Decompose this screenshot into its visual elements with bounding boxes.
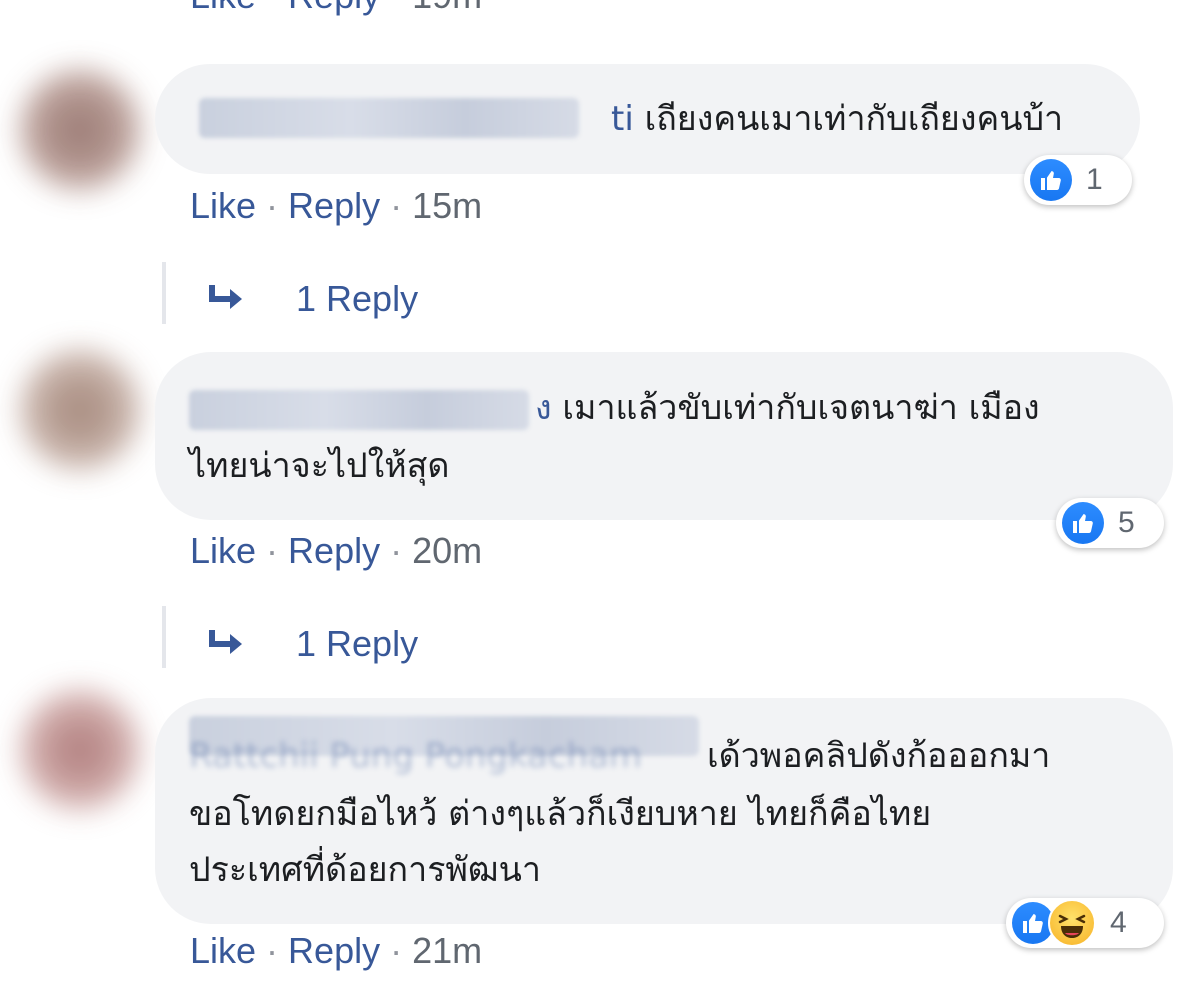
comment-bubble: Rattchii Pung Pongkacham เด้วพอคลิปดังก้… [155, 698, 1173, 924]
comment-bubble: ง เมาแล้วขับเท่ากับเจตนาฆ่า เมือง ไทยน่า… [155, 352, 1173, 520]
reply-link[interactable]: Reply [288, 185, 380, 226]
comment-timestamp[interactable]: 15m [412, 185, 482, 226]
reply-link[interactable]: Reply [288, 530, 380, 571]
avatar[interactable] [20, 70, 140, 190]
haha-icon [1048, 899, 1096, 947]
reaction-summary[interactable]: 4 [1006, 898, 1164, 948]
reply-arrow-icon [208, 628, 248, 666]
comment-actions-top-partial: Like·Reply·19m [190, 0, 482, 18]
like-link[interactable]: Like [190, 930, 256, 971]
reaction-summary[interactable]: 1 [1024, 155, 1132, 205]
thread-line [162, 262, 166, 324]
like-icon [1030, 159, 1072, 201]
comment-text: เถียงคนเมาเท่ากับเถียงคนบ้า [644, 99, 1064, 139]
reply-link[interactable]: Reply [288, 930, 380, 971]
comment-bubble: ti เถียงคนเมาเท่ากับเถียงคนบ้า [155, 64, 1140, 174]
author-name[interactable]: ti [611, 99, 634, 139]
view-replies-link[interactable]: 1 Reply [296, 622, 418, 666]
avatar[interactable] [20, 690, 140, 810]
comment-actions: Like · Reply · 21m [190, 930, 483, 971]
thread-line [162, 606, 166, 668]
like-icon [1062, 502, 1104, 544]
author-name[interactable]: ง [535, 388, 552, 428]
reply-arrow-icon [208, 283, 248, 321]
comment-timestamp[interactable]: 21m [412, 930, 482, 971]
comment-text: ประเทศที่ด้อยการพัฒนา [189, 850, 541, 890]
like-link[interactable]: Like [190, 185, 256, 226]
like-link[interactable]: Like [190, 530, 256, 571]
comment-timestamp[interactable]: 20m [412, 530, 482, 571]
reaction-count: 5 [1118, 506, 1135, 539]
avatar[interactable] [20, 350, 140, 470]
author-name[interactable]: Rattchii Pung Pongkacham [189, 728, 709, 784]
reaction-summary[interactable]: 5 [1056, 498, 1164, 548]
comment-timestamp: 19m [412, 0, 482, 16]
like-link[interactable]: Like [190, 0, 256, 16]
comment-actions: Like · Reply · 20m [190, 530, 483, 571]
reply-link[interactable]: Reply [288, 0, 380, 16]
comment-text: เมาแล้วขับเท่ากับเจตนาฆ่า เมือง [562, 388, 1040, 428]
reaction-count: 1 [1086, 163, 1103, 196]
comment-text: ขอโทดยกมือไหว้ ต่างๆแล้วก็เงียบหาย ไทยก็… [189, 794, 932, 834]
view-replies-link[interactable]: 1 Reply [296, 277, 418, 321]
reaction-count: 4 [1110, 906, 1127, 939]
comment-text: เด้วพอคลิปดังก้อออกมา [707, 736, 1051, 776]
comment-text: ไทยน่าจะไปให้สุด [189, 446, 450, 486]
comment-actions: Like · Reply · 15m [190, 185, 483, 226]
